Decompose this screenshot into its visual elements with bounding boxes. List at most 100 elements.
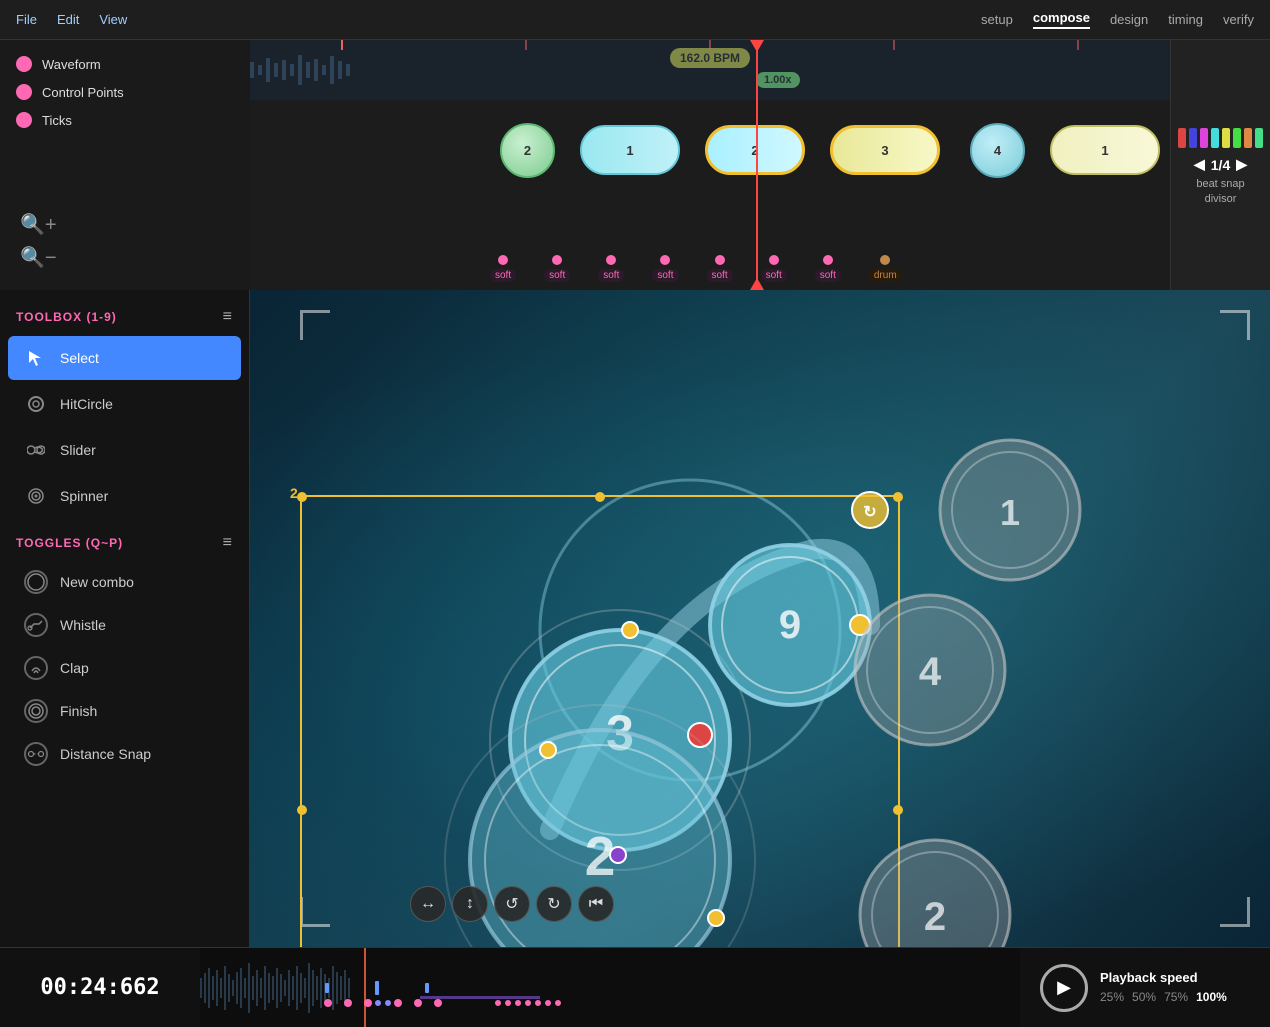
menu-view[interactable]: View xyxy=(99,12,127,27)
zoom-controls: 🔍+ 🔍− xyxy=(16,208,234,274)
toggles-header: TOGGLES (Q~P) ≡ xyxy=(0,526,249,560)
beat-snap-label: beat snapdivisor xyxy=(1196,177,1244,206)
nav-verify[interactable]: verify xyxy=(1223,12,1254,27)
timeline-hit-5[interactable]: 4 xyxy=(970,123,1025,178)
beat-snap-value: 1/4 xyxy=(1211,157,1230,173)
speed-100[interactable]: 100% xyxy=(1196,988,1227,1007)
tool-hitcircle[interactable]: HitCircle xyxy=(8,382,241,426)
tool-select-label: Select xyxy=(60,350,99,366)
toggle-distance-snap[interactable]: Distance Snap xyxy=(8,733,241,775)
playback-speed-title: Playback speed xyxy=(1100,968,1227,989)
timeline-area: Waveform Control Points Ticks 🔍+ 🔍− 162.… xyxy=(0,40,1270,290)
transform-flip-v[interactable]: ↕ xyxy=(452,886,488,922)
tool-spinner-label: Spinner xyxy=(60,488,108,504)
nav-design[interactable]: design xyxy=(1110,12,1148,27)
timeline-hit-1[interactable]: 2 xyxy=(500,123,555,178)
toggles-title: TOGGLES (Q~P) xyxy=(16,536,123,550)
svg-text:9: 9 xyxy=(779,603,801,647)
ticks-label: Ticks xyxy=(42,113,72,128)
speed-25[interactable]: 25% xyxy=(1100,988,1124,1007)
menu-left: File Edit View xyxy=(16,12,127,27)
beat-snap-prev[interactable]: ◀ xyxy=(1194,156,1205,173)
main-area: TOOLBOX (1-9) ≡ Select HitCircle xyxy=(0,290,1270,947)
svg-text:↻: ↻ xyxy=(863,504,876,521)
toggle-finish[interactable]: Finish xyxy=(8,690,241,732)
transform-rotate-ccw[interactable]: ↺ xyxy=(494,886,530,922)
nav-setup[interactable]: setup xyxy=(981,12,1013,27)
tool-slider[interactable]: Slider xyxy=(8,428,241,472)
beat-snap-colors xyxy=(1174,124,1267,152)
layer-ticks[interactable]: Ticks xyxy=(16,112,234,128)
label-soft-5: soft xyxy=(707,269,733,282)
beat-snap-next[interactable]: ▶ xyxy=(1236,156,1247,173)
label-soft-6: soft xyxy=(761,269,787,282)
control-points-label: Control Points xyxy=(42,85,124,100)
menu-file[interactable]: File xyxy=(16,12,37,27)
layer-control-points[interactable]: Control Points xyxy=(16,84,234,100)
toggles-menu-icon[interactable]: ≡ xyxy=(223,534,233,552)
speed-75[interactable]: 75% xyxy=(1164,988,1188,1007)
layer-waveform[interactable]: Waveform xyxy=(16,56,234,72)
clap-icon xyxy=(24,656,48,680)
control-points-dot xyxy=(16,84,32,100)
toggle-clap[interactable]: Clap xyxy=(8,647,241,689)
beat-snap-panel: ◀ 1/4 ▶ beat snapdivisor xyxy=(1170,40,1270,290)
transform-rewind[interactable]: ⏮ xyxy=(578,886,614,922)
ticks-dot xyxy=(16,112,32,128)
tool-slider-label: Slider xyxy=(60,442,96,458)
timeline-hit-6[interactable]: 1 xyxy=(1050,125,1160,175)
timeline-hit-3[interactable]: 2 xyxy=(705,125,805,175)
progress-bar-container[interactable] xyxy=(200,948,1020,1027)
menu-bar: File Edit View setup compose design timi… xyxy=(0,0,1270,40)
nav-timing[interactable]: timing xyxy=(1168,12,1203,27)
toolbox-header: TOOLBOX (1-9) ≡ xyxy=(0,300,249,334)
tool-select[interactable]: Select xyxy=(8,336,241,380)
transform-flip-h[interactable]: ↔ xyxy=(410,886,446,922)
playhead[interactable] xyxy=(756,40,758,290)
toggle-new-combo[interactable]: New combo xyxy=(8,561,241,603)
label-soft-4: soft xyxy=(652,269,678,282)
current-time: 00:24:662 xyxy=(40,975,159,1000)
toggle-finish-label: Finish xyxy=(60,703,97,719)
speed-50[interactable]: 50% xyxy=(1132,988,1156,1007)
game-canvas: 3 9 ↻ 2 1 xyxy=(250,290,1270,947)
tick-marks xyxy=(250,40,1170,50)
beat-snap-nav: ◀ 1/4 ▶ xyxy=(1194,156,1247,173)
toggle-whistle-label: Whistle xyxy=(60,617,106,633)
tool-spinner[interactable]: Spinner xyxy=(8,474,241,518)
layer-panel: Waveform Control Points Ticks 🔍+ 🔍− xyxy=(0,40,250,290)
waveform-label: Waveform xyxy=(42,57,101,72)
canvas-area[interactable]: 2 xyxy=(250,290,1270,947)
svg-text:4: 4 xyxy=(919,650,942,694)
zoom-out-icon[interactable]: 🔍− xyxy=(20,245,230,270)
timeline-track[interactable]: 162.0 BPM 1.00x xyxy=(250,40,1170,290)
finish-icon xyxy=(24,699,48,723)
whistle-icon xyxy=(24,613,48,637)
nav-compose[interactable]: compose xyxy=(1033,10,1090,29)
transform-toolbar: ↔ ↕ ↺ ↻ ⏮ xyxy=(410,886,614,922)
timeline-hit-4[interactable]: 3 xyxy=(830,125,940,175)
label-soft-2: soft xyxy=(544,269,570,282)
menu-right: setup compose design timing verify xyxy=(981,10,1254,29)
speed-pcts: 25% 50% 75% 100% xyxy=(1100,988,1227,1007)
progress-waveform xyxy=(200,948,1020,1027)
label-soft-1: soft xyxy=(490,269,516,282)
playback-speed-info: Playback speed 25% 50% 75% 100% xyxy=(1100,968,1227,1008)
menu-edit[interactable]: Edit xyxy=(57,12,79,27)
toolbox: TOOLBOX (1-9) ≡ Select HitCircle xyxy=(0,290,250,947)
timeline-hit-2[interactable]: 1 xyxy=(580,125,680,175)
toggle-distance-snap-label: Distance Snap xyxy=(60,746,151,762)
tool-hitcircle-label: HitCircle xyxy=(60,396,113,412)
toolbox-menu-icon[interactable]: ≡ xyxy=(223,308,233,326)
svg-text:2: 2 xyxy=(924,895,946,939)
zoom-in-icon[interactable]: 🔍+ xyxy=(20,212,230,237)
new-combo-icon xyxy=(24,570,48,594)
transform-rotate-cw[interactable]: ↻ xyxy=(536,886,572,922)
play-button[interactable]: ▶ xyxy=(1040,964,1088,1012)
label-soft-7: soft xyxy=(815,269,841,282)
toggle-whistle[interactable]: Whistle xyxy=(8,604,241,646)
playback-controls: ▶ Playback speed 25% 50% 75% 100% xyxy=(1020,964,1270,1012)
select-icon xyxy=(24,346,48,370)
label-drum: drum xyxy=(869,269,902,282)
slider-icon xyxy=(24,438,48,462)
